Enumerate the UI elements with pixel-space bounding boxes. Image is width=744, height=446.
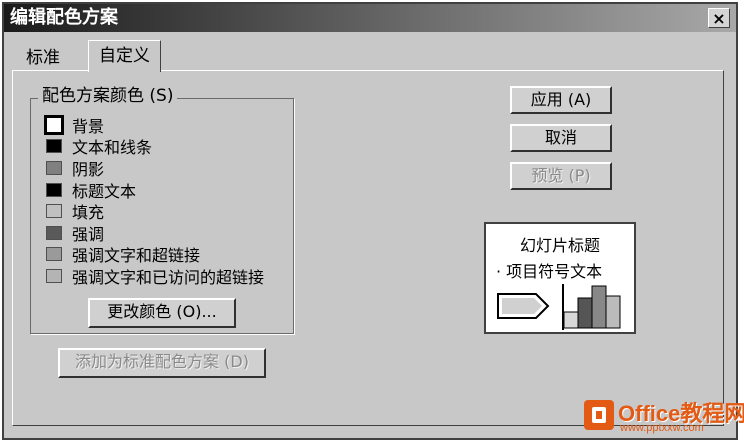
color-item-label: 标题文本	[72, 181, 137, 201]
cancel-button[interactable]: 取消	[510, 124, 612, 152]
color-item-label: 背景	[72, 116, 105, 136]
watermark-url: www.pptxxw.com	[620, 422, 704, 434]
color-scheme-item[interactable]: 背景	[44, 114, 264, 136]
tab-standard[interactable]: 标准	[16, 46, 70, 70]
color-scheme-item[interactable]: 文本和线条	[46, 136, 264, 158]
color-swatch[interactable]	[46, 268, 62, 283]
preview-bar-chart	[562, 284, 621, 330]
close-button[interactable]: ×	[708, 8, 730, 28]
change-color-button[interactable]: 更改颜色 (O)...	[88, 298, 236, 328]
add-as-standard-button[interactable]: 添加为标准配色方案 (D)	[58, 348, 266, 378]
color-scheme-item[interactable]: 填充	[46, 200, 264, 222]
color-scheme-item[interactable]: 强调文字和已访问的超链接	[46, 265, 264, 287]
color-list: 背景 文本和线条 阴影 标题文本 填充 强调 强调文字和超链接 强调文字和已访问的超链接	[44, 114, 264, 287]
color-swatch[interactable]	[44, 114, 64, 135]
watermark: Office教程网 www.pptxxw.com	[582, 396, 744, 440]
color-swatch[interactable]	[46, 225, 62, 240]
preview-button[interactable]: 预览 (P)	[510, 162, 612, 190]
color-scheme-item[interactable]: 标题文本	[46, 179, 264, 201]
office-logo-icon	[584, 400, 614, 430]
color-scheme-item[interactable]: 阴影	[46, 157, 264, 179]
color-item-label: 阴影	[72, 159, 105, 179]
color-item-label: 填充	[72, 203, 105, 223]
color-scheme-item[interactable]: 强调	[46, 222, 264, 244]
apply-button[interactable]: 应用 (A)	[510, 86, 612, 114]
window-title: 编辑配色方案	[4, 4, 736, 32]
color-item-label: 强调文字和已访问的超链接	[72, 267, 265, 287]
color-swatch[interactable]	[46, 182, 62, 197]
color-item-label: 文本和线条	[72, 138, 153, 158]
color-item-label: 强调	[72, 224, 105, 244]
color-scheme-item[interactable]: 强调文字和超链接	[46, 244, 264, 266]
preview-graphic	[497, 284, 621, 330]
preview-arrow-shape	[497, 293, 550, 319]
color-swatch[interactable]	[46, 160, 62, 175]
color-item-label: 强调文字和超链接	[72, 246, 201, 266]
color-scheme-group-title: 配色方案颜色 (S)	[38, 84, 178, 108]
color-swatch[interactable]	[46, 247, 62, 262]
color-swatch[interactable]	[46, 139, 62, 154]
color-swatch[interactable]	[46, 204, 62, 219]
slide-preview: 幻灯片标题 · 项目符号文本	[484, 222, 636, 334]
tab-custom[interactable]: 自定义	[88, 40, 161, 72]
